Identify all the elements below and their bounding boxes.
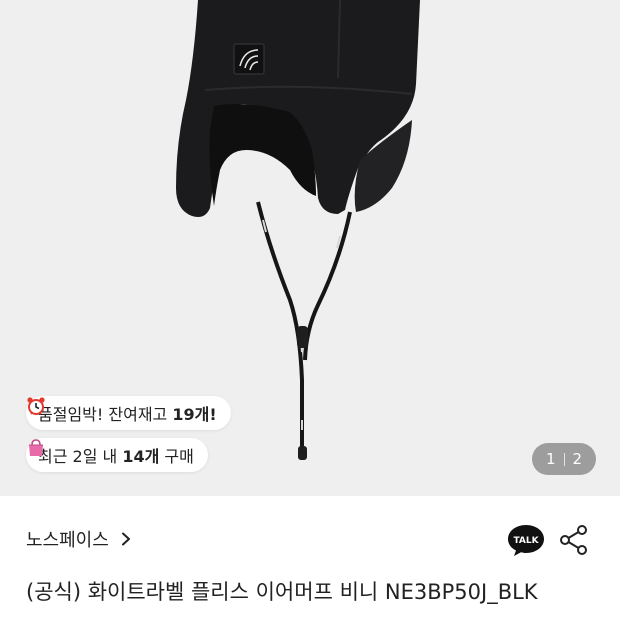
product-title: (공식) 화이트라벨 플리스 이어머프 비니 NE3BP50J_BLK [26,580,538,604]
share-button[interactable] [559,524,589,556]
image-pager: 1 2 [532,443,596,475]
talk-label: TALK [513,536,539,546]
low-stock-text: 품절임박! 잔여재고 [38,405,173,424]
low-stock-count: 19개! [172,405,217,424]
brand-store-link[interactable]: 노스페이스 [26,526,133,552]
kakao-talk-button[interactable]: TALK [507,523,545,557]
pager-total: 2 [572,450,583,468]
product-image-gallery[interactable]: 품절임박! 잔여재고 19개! 최근 2일 내 14개 구매 1 2 [0,0,620,496]
product-info-section: 노스페이스 TALK (공식) 화이트라벨 플리스 이어머프 비니 NE3BP5… [0,496,620,620]
recent-purchase-badge: 최근 2일 내 14개 구매 [26,438,208,472]
alarm-clock-icon [27,397,45,415]
pager-separator [563,452,565,466]
chevron-right-icon [121,532,130,546]
brand-name: 노스페이스 [26,530,109,551]
recent-purchase-text: 최근 2일 내 [38,447,123,466]
pager-current: 1 [545,450,556,468]
recent-purchase-suffix: 구매 [159,447,194,466]
low-stock-badge: 품절임박! 잔여재고 19개! [26,396,231,430]
shopping-bag-icon [29,439,43,456]
product-detail-screen: 품절임박! 잔여재고 19개! 최근 2일 내 14개 구매 1 2 노스페이스… [0,0,620,620]
recent-purchase-count: 14개 [122,447,160,466]
